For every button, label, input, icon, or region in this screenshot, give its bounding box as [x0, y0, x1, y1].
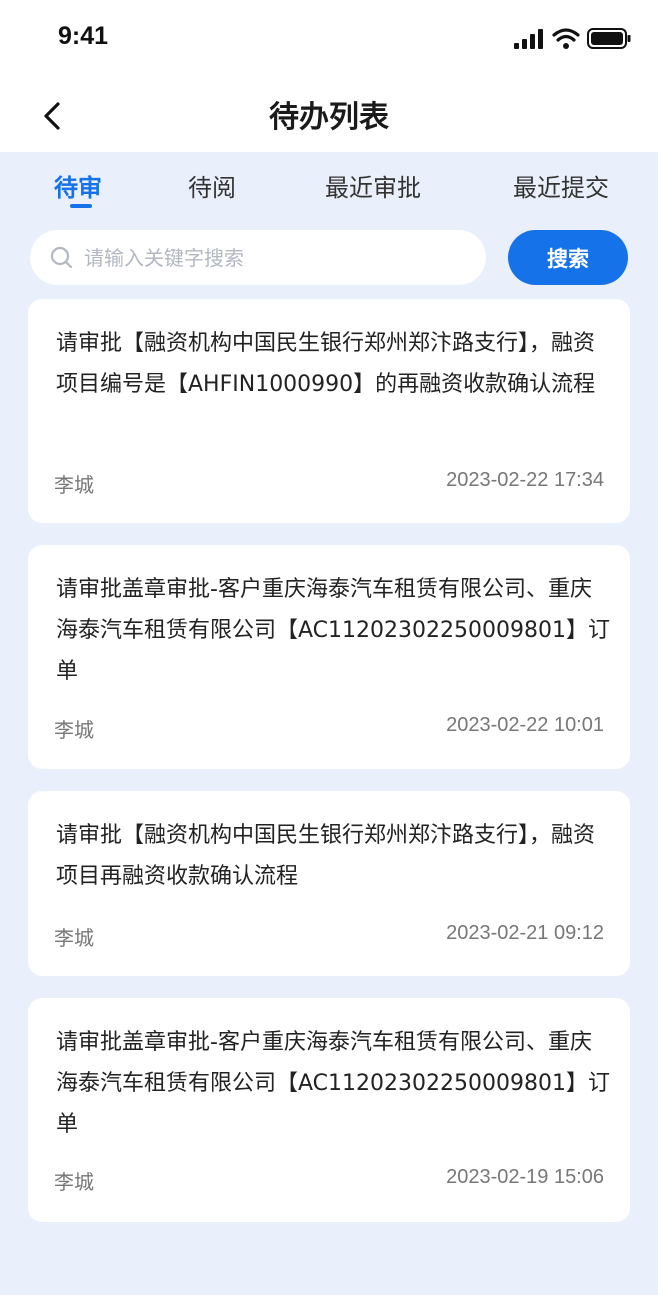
search-input[interactable]: [84, 245, 444, 270]
nav-bar: 待办列表: [0, 78, 658, 152]
status-icons: [514, 26, 632, 52]
tab-bar: 待审 待阅 最近审批 最近提交: [0, 152, 658, 212]
status-time: 9:41: [58, 22, 109, 50]
todo-card-text: 请审批【融资机构中国民生银行郑州郑汴路支行】，融资项目编号是【AHFIN1000…: [56, 331, 596, 397]
page-title: 待办列表: [269, 100, 389, 135]
search-box[interactable]: [30, 230, 486, 285]
todo-card-author: 李城: [54, 1170, 94, 1194]
todo-card-text: 请审批【融资机构中国民生银行郑州郑汴路支行】，融资项目再融资收款确认流程: [56, 823, 596, 889]
tab-pending-read[interactable]: 待阅: [188, 168, 236, 203]
todo-card-time: 2023-02-22 10:01: [446, 714, 604, 736]
tab-pending-review[interactable]: 待审: [54, 168, 102, 203]
active-tab-indicator: [70, 204, 92, 208]
todo-card[interactable]: 请审批【融资机构中国民生银行郑州郑汴路支行】，融资项目编号是【AHFIN1000…: [28, 299, 630, 523]
search-icon: [50, 246, 73, 268]
tab-recent-approved[interactable]: 最近审批: [325, 168, 421, 203]
todo-card-time: 2023-02-22 17:34: [446, 469, 604, 491]
todo-card[interactable]: 请审批盖章审批-客户重庆海泰汽车租赁有限公司、重庆海泰汽车租赁有限公司【AC11…: [28, 998, 630, 1222]
todo-card[interactable]: 请审批盖章审批-客户重庆海泰汽车租赁有限公司、重庆海泰汽车租赁有限公司【AC11…: [28, 545, 630, 769]
signal-wifi-battery-icon: [514, 28, 631, 49]
search-button[interactable]: 搜索: [508, 230, 628, 285]
status-bar: 9:41: [0, 0, 658, 78]
todo-card-time: 2023-02-19 15:06: [446, 1166, 604, 1188]
todo-card-author: 李城: [54, 473, 94, 497]
todo-card-text: 请审批盖章审批-客户重庆海泰汽车租赁有限公司、重庆海泰汽车租赁有限公司【AC11…: [56, 577, 610, 684]
tab-recent-submitted[interactable]: 最近提交: [513, 168, 609, 203]
todo-card[interactable]: 请审批【融资机构中国民生银行郑州郑汴路支行】，融资项目再融资收款确认流程 李城 …: [28, 791, 630, 976]
todo-card-text: 请审批盖章审批-客户重庆海泰汽车租赁有限公司、重庆海泰汽车租赁有限公司【AC11…: [56, 1030, 610, 1137]
todo-card-author: 李城: [54, 926, 94, 950]
todo-card-time: 2023-02-21 09:12: [446, 922, 604, 944]
todo-card-author: 李城: [54, 718, 94, 742]
